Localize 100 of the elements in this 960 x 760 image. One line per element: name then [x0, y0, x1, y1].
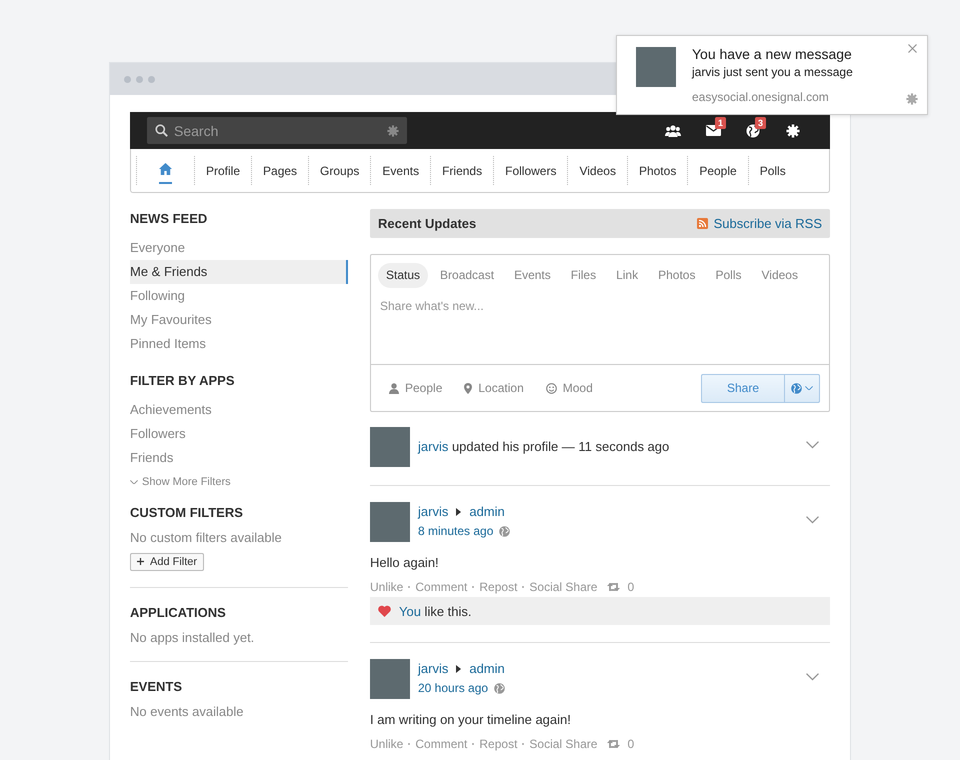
nav-tab[interactable]: Groups	[308, 156, 370, 185]
nav-tab[interactable]: Friends	[430, 156, 494, 185]
section-heading: CUSTOM FILTERS	[130, 505, 244, 520]
nav-tab[interactable]: Polls	[748, 156, 797, 185]
heart-icon	[378, 605, 391, 617]
repost-count: 0	[627, 580, 634, 594]
chevron-down-icon	[806, 516, 819, 524]
settings-icon	[906, 93, 918, 105]
action-link[interactable]: Comment	[415, 737, 468, 751]
action-link[interactable]: Unlike	[370, 737, 404, 751]
nav-tab[interactable]: Pages	[251, 156, 308, 185]
window-control-dot	[136, 76, 143, 82]
section-heading: APPLICATIONS	[130, 605, 227, 620]
likes-text: You like this.	[399, 604, 472, 618]
action-link[interactable]: Repost	[479, 580, 518, 594]
avatar-photo-placeholder	[636, 47, 676, 87]
repost-count: 0	[627, 737, 634, 751]
composer-tab[interactable]: Videos	[753, 263, 806, 288]
home-tab[interactable]	[159, 163, 172, 184]
window-control-dot	[124, 76, 131, 82]
settings-icon	[786, 124, 800, 138]
empty-message: No events available	[130, 704, 244, 719]
globe-icon	[499, 526, 510, 536]
nav-tab[interactable]: Photos	[626, 156, 688, 185]
composer-action[interactable]: Mood	[546, 381, 593, 395]
rss-icon	[696, 218, 708, 229]
search-input[interactable]: Search	[174, 122, 381, 138]
close-button[interactable]	[908, 44, 917, 53]
action-link[interactable]: Social Share	[529, 580, 598, 594]
options-dropdown[interactable]	[806, 516, 819, 524]
nav-tab[interactable]: People	[687, 156, 748, 185]
separator-dot	[472, 586, 474, 588]
options-dropdown[interactable]	[806, 441, 819, 449]
timestamp-link[interactable]: 8 minutes ago	[418, 524, 494, 538]
rss-link[interactable]: Subscribe via RSS	[714, 216, 822, 231]
filter-item[interactable]: Achievements	[130, 398, 348, 422]
composer-tab[interactable]: Events	[506, 263, 559, 288]
author-link[interactable]: jarvis	[418, 661, 448, 676]
separator-dot	[408, 586, 410, 588]
composer-tab[interactable]: Polls	[707, 263, 750, 288]
target-link[interactable]: admin	[469, 661, 505, 676]
composer-action[interactable]: Location	[464, 381, 524, 395]
composer-box[interactable]: Status Broadcast Events Files Link Photos Polls Videos Share what's new... People Location Mood Share	[370, 254, 830, 412]
action-link[interactable]: Social Share	[529, 737, 598, 751]
nav-tab[interactable]: Followers	[493, 156, 568, 185]
action-link[interactable]: Unlike	[370, 580, 404, 594]
count-badge: 3	[755, 117, 766, 129]
avatar-photo-placeholder	[370, 659, 410, 699]
filter-item[interactable]: My Favourites	[130, 308, 348, 332]
notification-title: You have a new message	[692, 46, 853, 62]
caret-right-icon	[456, 508, 462, 516]
author-link[interactable]: jarvis	[418, 504, 448, 519]
filter-item[interactable]: Me & Friends	[130, 260, 348, 284]
options-dropdown[interactable]	[806, 673, 819, 681]
repost-icon	[607, 582, 620, 592]
notifications-button[interactable]: 3	[733, 112, 773, 149]
avatar-photo-placeholder	[370, 427, 410, 467]
section-heading: FILTER BY APPS	[130, 373, 236, 388]
composer-tab[interactable]: Broadcast	[432, 263, 502, 288]
repost-icon	[607, 739, 620, 749]
caret-right-icon	[456, 664, 462, 672]
filter-item[interactable]: Friends	[130, 446, 348, 470]
filter-item[interactable]: Following	[130, 284, 348, 308]
post-text: I am writing on your timeline again!	[370, 712, 572, 727]
filter-item[interactable]: Pinned Items	[130, 332, 348, 356]
composer-tab[interactable]: Status	[378, 263, 428, 288]
avatar-photo-placeholder	[370, 502, 410, 542]
separator-dot	[522, 743, 524, 745]
nav-tab[interactable]: Videos	[567, 156, 627, 185]
timestamp-link[interactable]: 20 hours ago	[418, 681, 488, 695]
action-link[interactable]: Repost	[479, 737, 518, 751]
action-link[interactable]: Comment	[415, 580, 468, 594]
chevron-down-icon	[806, 441, 819, 449]
plus-icon	[137, 558, 144, 565]
nav-tab[interactable]: Profile	[194, 156, 252, 185]
separator-dot	[408, 743, 410, 745]
search-field[interactable]: Search	[147, 117, 407, 144]
composer-action[interactable]: People	[389, 381, 442, 395]
composer-tab[interactable]: Photos	[650, 263, 704, 288]
filter-item[interactable]: Followers	[130, 422, 348, 446]
empty-message: No apps installed yet.	[130, 630, 256, 645]
search-icon	[155, 124, 168, 137]
composer-tab[interactable]: Files	[562, 263, 604, 288]
chevron-down-icon	[130, 480, 138, 484]
show-more-link[interactable]: Show More Filters	[130, 476, 348, 488]
section-heading: EVENTS	[130, 679, 184, 694]
target-link[interactable]: admin	[469, 504, 505, 519]
count-badge: 1	[715, 117, 726, 129]
window-control-dot	[148, 76, 155, 82]
notification-message: jarvis just sent you a message	[692, 65, 853, 79]
globe-icon	[494, 682, 506, 694]
messages-button[interactable]: 1	[693, 112, 733, 149]
add-filter-button[interactable]: Add Filter	[130, 553, 204, 571]
composer-tab[interactable]: Link	[608, 263, 646, 288]
chevron-down-icon	[806, 673, 819, 681]
empty-message: No custom filters available	[130, 530, 283, 545]
globe-icon	[791, 382, 802, 394]
filter-item[interactable]: Everyone	[130, 236, 348, 260]
nav-tab[interactable]: Events	[370, 156, 430, 185]
activity-text: jarvis updated his profile — 11 seconds ago	[418, 438, 670, 456]
